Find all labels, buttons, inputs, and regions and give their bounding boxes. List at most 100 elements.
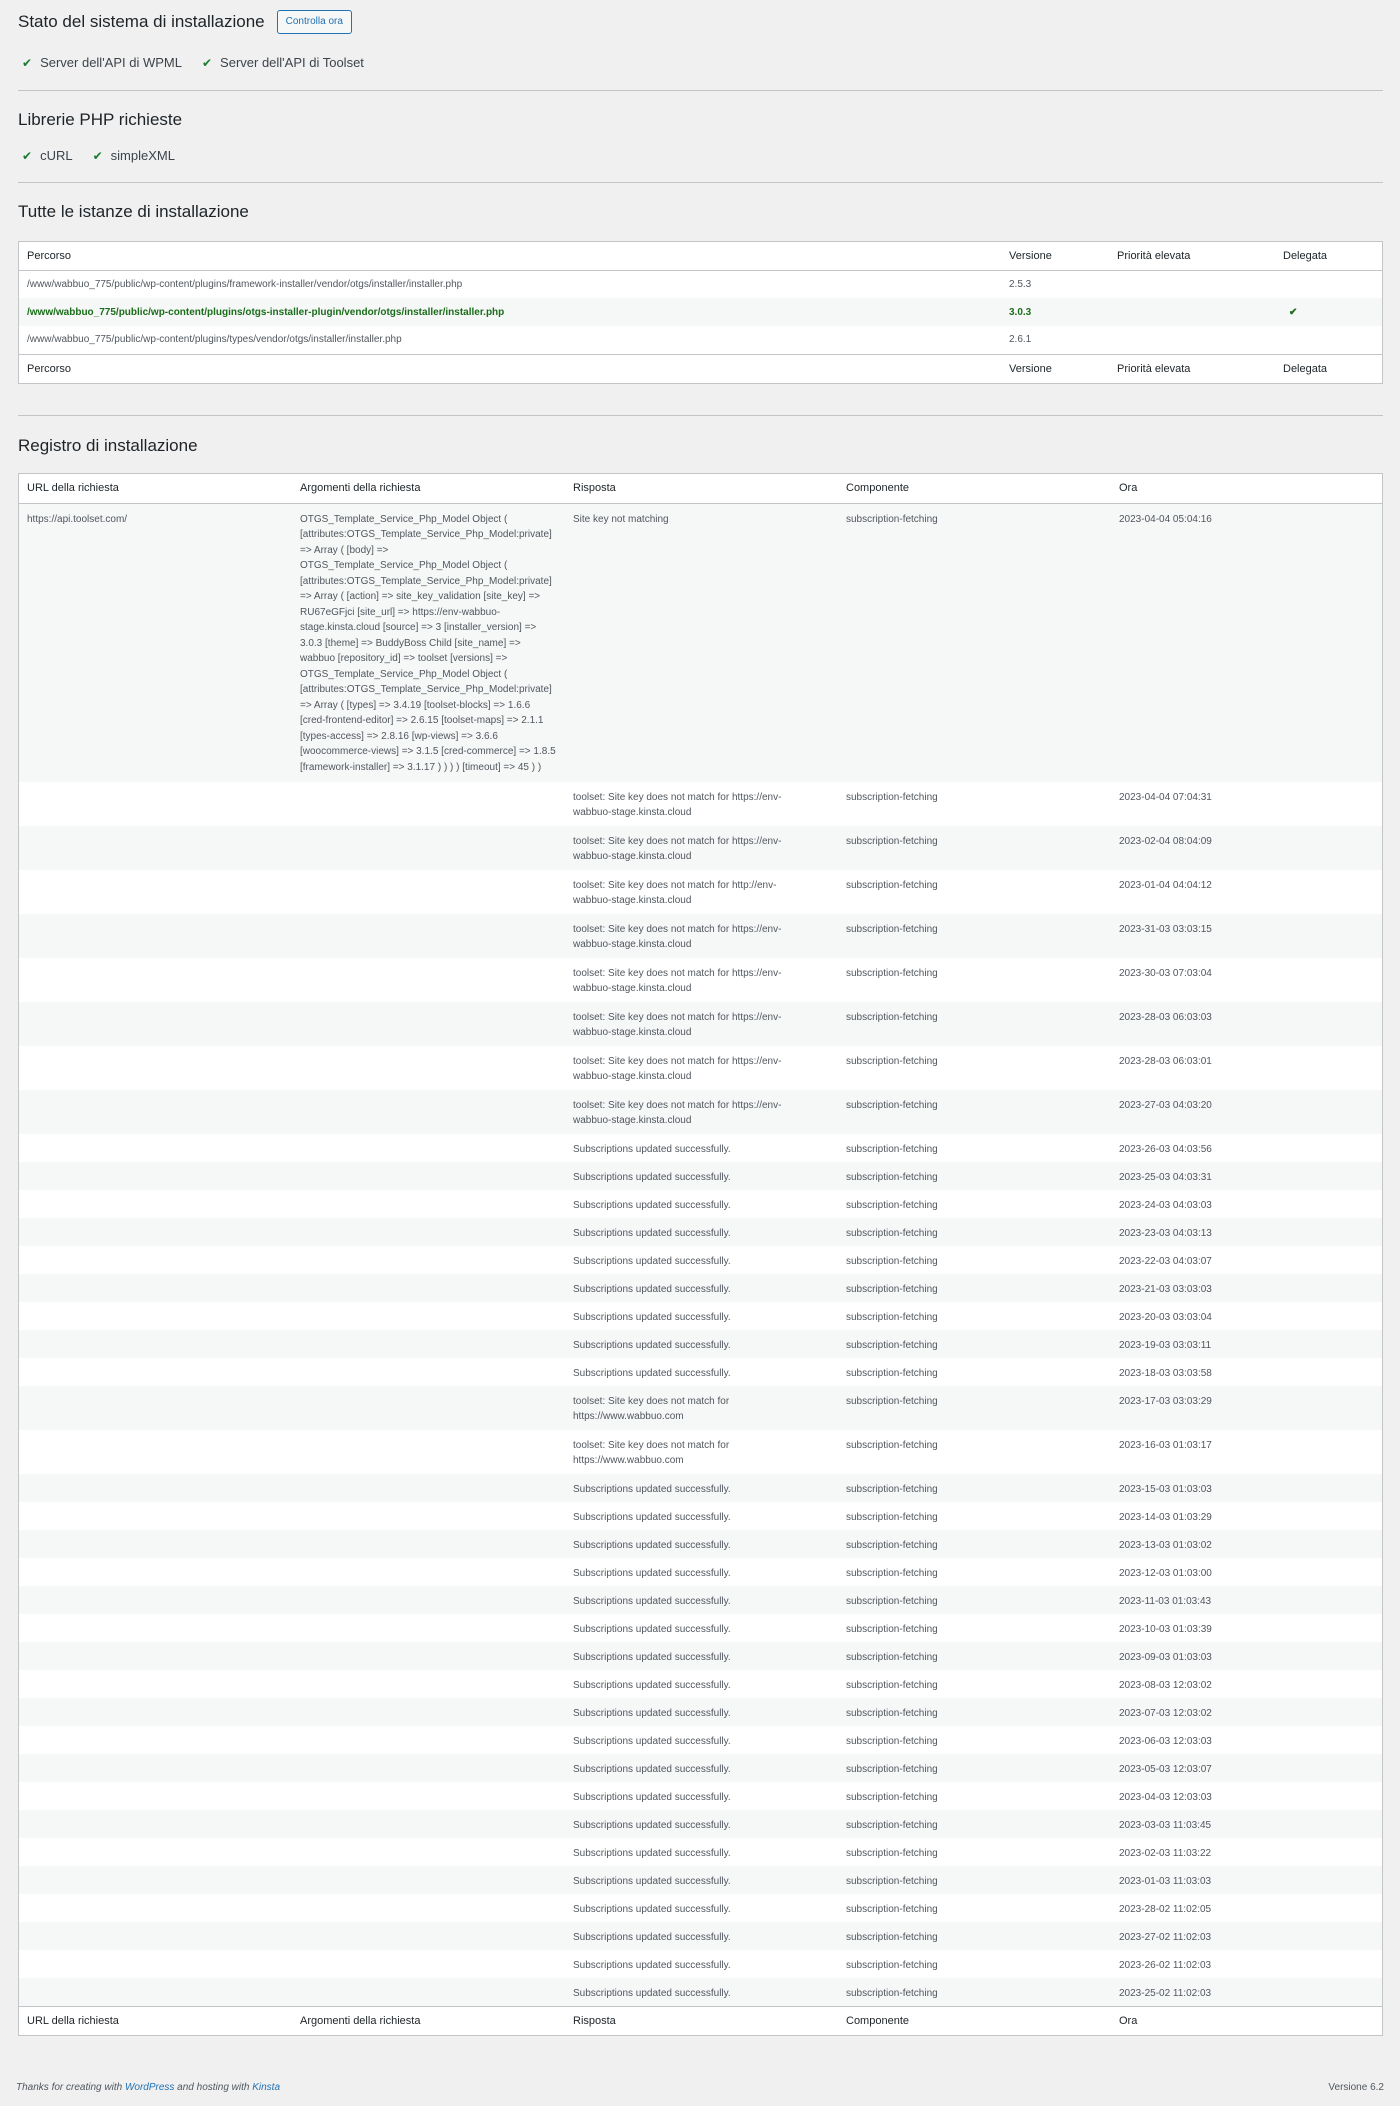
admin-footer: Thanks for creating with WordPress and h…	[16, 2082, 1384, 2093]
check-icon: ✔	[201, 55, 213, 70]
cell-args: OTGS_Template_Service_Php_Model Object (…	[292, 503, 565, 782]
cell-time: 2023-13-03 01:03:02	[1111, 1530, 1382, 1558]
cell-response: toolset: Site key does not match for htt…	[573, 792, 782, 818]
col-high-priority: Priorità elevata	[1109, 242, 1275, 271]
table-row: toolset: Site key does not match for htt…	[19, 1386, 1382, 1430]
col-delegated: Delegata	[1275, 242, 1382, 271]
cell-time: 2023-28-02 11:02:05	[1119, 1904, 1212, 1915]
cell-component: subscription-fetching	[838, 1330, 1111, 1358]
cell-args	[292, 1218, 565, 1246]
col-time: Ora	[1111, 2006, 1382, 2035]
cell-time: 2023-30-03 07:03:04	[1119, 968, 1212, 979]
php-items: ✔ cURL ✔ simpleXML	[22, 148, 195, 163]
cell-component: subscription-fetching	[846, 1144, 938, 1155]
cell-url	[19, 1810, 292, 1838]
col-high-priority: Priorità elevata	[1109, 353, 1275, 383]
cell-response: Subscriptions updated successfully.	[565, 1754, 838, 1782]
cell-component: subscription-fetching	[846, 1848, 938, 1859]
cell-path: /www/wabbuo_775/public/wp-content/plugin…	[27, 278, 463, 290]
cell-time: 2023-24-03 04:03:03	[1119, 1200, 1212, 1211]
cell-args	[292, 1838, 565, 1866]
kinsta-link[interactable]: Kinsta	[252, 2082, 280, 2093]
col-path: Percorso	[19, 242, 1001, 271]
cell-url	[19, 1530, 292, 1558]
cell-args	[292, 1530, 565, 1558]
cell-url	[19, 1894, 292, 1922]
table-row: Subscriptions updated successfully. subsc…	[19, 1134, 1382, 1162]
cell-component: subscription-fetching	[838, 1162, 1111, 1190]
php-item-label: simpleXML	[110, 148, 175, 163]
cell-url	[19, 870, 292, 914]
cell-time: 2023-07-03 12:03:02	[1111, 1698, 1382, 1726]
cell-response: Subscriptions updated successfully.	[565, 1586, 838, 1614]
cell-args	[292, 1430, 565, 1474]
cell-delegated	[1275, 270, 1382, 298]
cell-component: subscription-fetching	[838, 1474, 1111, 1502]
cell-url	[19, 1586, 292, 1614]
cell-time: 2023-26-02 11:02:03	[1119, 1960, 1212, 1971]
table-row: Subscriptions updated successfully. subsc…	[19, 1162, 1382, 1190]
table-row: toolset: Site key does not match for htt…	[19, 1430, 1382, 1474]
col-args: Argomenti della richiesta	[292, 2006, 565, 2035]
cell-response: Subscriptions updated successfully.	[573, 1368, 731, 1379]
cell-high	[1109, 326, 1275, 354]
cell-response: toolset: Site key does not match for htt…	[565, 914, 838, 958]
cell-component: subscription-fetching	[838, 503, 1111, 782]
cell-response: Subscriptions updated successfully.	[565, 1218, 838, 1246]
table-row: Subscriptions updated successfully. subsc…	[19, 1330, 1382, 1358]
cell-url	[19, 1950, 292, 1978]
cell-args	[292, 1670, 565, 1698]
cell-url	[19, 1046, 292, 1090]
cell-response: Subscriptions updated successfully.	[573, 1624, 731, 1635]
cell-response: Subscriptions updated successfully.	[573, 1200, 731, 1211]
cell-time: 2023-25-03 04:03:31	[1111, 1162, 1382, 1190]
cell-args	[292, 1642, 565, 1670]
cell-response: Subscriptions updated successfully.	[565, 1162, 838, 1190]
cell-component: subscription-fetching	[846, 1256, 938, 1267]
instances-table: Percorso Versione Priorità elevata Deleg…	[18, 241, 1383, 384]
cell-component: subscription-fetching	[846, 1624, 938, 1635]
col-delegated: Delegata	[1275, 353, 1382, 383]
divider	[18, 90, 1383, 91]
cell-response: toolset: Site key does not match for htt…	[565, 1386, 838, 1430]
cell-url	[19, 1614, 292, 1642]
table-row: toolset: Site key does not match for htt…	[19, 782, 1382, 826]
divider	[18, 415, 1383, 416]
table-row: Subscriptions updated successfully. subsc…	[19, 1810, 1382, 1838]
cell-args	[292, 914, 565, 958]
cell-component: subscription-fetching	[838, 1274, 1111, 1302]
status-item-wpml: ✔ Server dell'API di WPML	[22, 55, 182, 70]
cell-args	[292, 1274, 565, 1302]
table-row: toolset: Site key does not match for htt…	[19, 1090, 1382, 1134]
cell-response: Subscriptions updated successfully.	[565, 1866, 838, 1894]
status-item-label: Server dell'API di Toolset	[220, 55, 364, 70]
cell-component: subscription-fetching	[838, 1530, 1111, 1558]
cell-args	[292, 1950, 565, 1978]
col-response: Risposta	[565, 474, 838, 504]
table-row: Subscriptions updated successfully. subsc…	[19, 1586, 1382, 1614]
cell-component: subscription-fetching	[838, 1218, 1111, 1246]
cell-component: subscription-fetching	[846, 1368, 938, 1379]
table-row: Subscriptions updated successfully. subsc…	[19, 1558, 1382, 1586]
cell-response: Subscriptions updated successfully.	[573, 1680, 731, 1691]
table-row: Subscriptions updated successfully. subsc…	[19, 1358, 1382, 1386]
wordpress-link[interactable]: WordPress	[125, 2082, 174, 2093]
cell-delegated	[1275, 326, 1382, 354]
check-now-button[interactable]: Controlla ora	[276, 10, 352, 34]
cell-time: 2023-22-03 04:03:07	[1119, 1256, 1212, 1267]
table-row: toolset: Site key does not match for htt…	[19, 914, 1382, 958]
cell-response: Subscriptions updated successfully.	[565, 1330, 838, 1358]
cell-args	[292, 1502, 565, 1530]
cell-component: subscription-fetching	[846, 1736, 938, 1747]
cell-component: subscription-fetching	[846, 1904, 938, 1915]
check-icon: ✔	[92, 148, 103, 163]
cell-url	[19, 1670, 292, 1698]
instances-title: Tutte le istanze di installazione	[18, 202, 249, 221]
table-row: Subscriptions updated successfully. subsc…	[19, 1670, 1382, 1698]
cell-url	[19, 1726, 292, 1754]
table-row: Subscriptions updated successfully. subsc…	[19, 1246, 1382, 1274]
cell-component: subscription-fetching	[846, 1792, 938, 1803]
cell-response: Subscriptions updated successfully.	[573, 1960, 731, 1971]
php-item-simplexml: ✔ simpleXML	[93, 148, 175, 163]
cell-response: Subscriptions updated successfully.	[565, 1530, 838, 1558]
